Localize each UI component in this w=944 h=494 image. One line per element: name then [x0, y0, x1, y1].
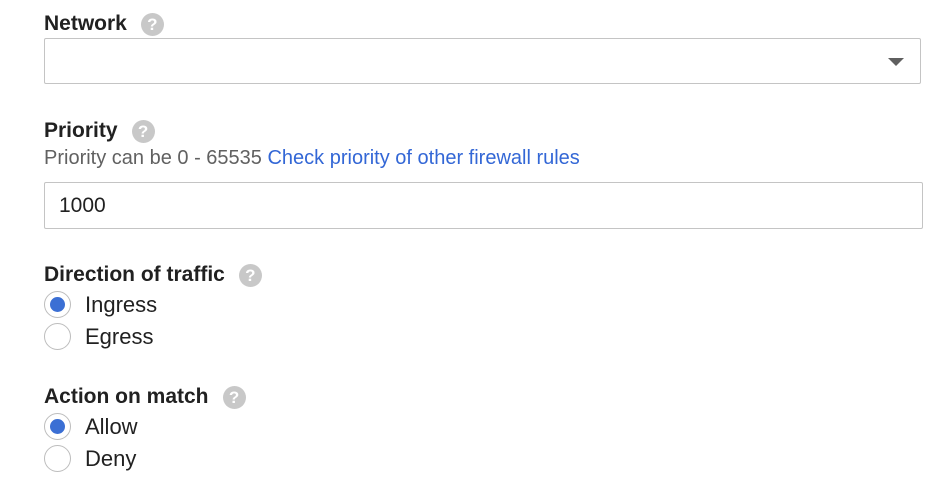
priority-help-icon[interactable]: ? — [131, 119, 155, 143]
radio-option-deny[interactable]: Deny — [44, 445, 136, 472]
action-help-icon[interactable]: ? — [222, 385, 246, 409]
radio-option-ingress[interactable]: Ingress — [44, 291, 157, 318]
action-label-row: Action on match ? — [44, 385, 246, 409]
priority-hint-text: Priority can be 0 - 65535 — [44, 147, 262, 169]
radio-label-ingress: Ingress — [85, 291, 158, 317]
direction-help-icon[interactable]: ? — [238, 263, 262, 287]
priority-hint: Priority can be 0 - 65535 Check priority… — [44, 146, 580, 170]
network-label: Network — [44, 12, 127, 35]
check-priority-link[interactable]: Check priority of other firewall rules — [267, 147, 579, 169]
radio-button-ingress[interactable] — [44, 291, 71, 318]
radio-button-egress[interactable] — [44, 323, 71, 350]
radio-label-allow: Allow — [85, 413, 138, 439]
radio-label-egress: Egress — [85, 323, 154, 349]
network-label-row: Network ? — [44, 12, 164, 36]
direction-label: Direction of traffic — [44, 263, 225, 286]
direction-label-row: Direction of traffic ? — [44, 263, 262, 287]
network-help-icon[interactable]: ? — [140, 12, 164, 36]
action-label: Action on match — [44, 385, 209, 408]
caret-down-icon — [888, 58, 904, 66]
radio-option-allow[interactable]: Allow — [44, 413, 138, 440]
radio-label-deny: Deny — [85, 445, 137, 471]
radio-button-allow[interactable] — [44, 413, 71, 440]
priority-label: Priority — [44, 119, 118, 142]
priority-label-row: Priority ? — [44, 119, 155, 143]
radio-button-deny[interactable] — [44, 445, 71, 472]
priority-input[interactable] — [44, 182, 923, 229]
radio-option-egress[interactable]: Egress — [44, 323, 153, 350]
firewall-rule-form: Network ? Priority ? Priority can be 0 -… — [0, 0, 944, 494]
network-select[interactable] — [44, 38, 921, 84]
